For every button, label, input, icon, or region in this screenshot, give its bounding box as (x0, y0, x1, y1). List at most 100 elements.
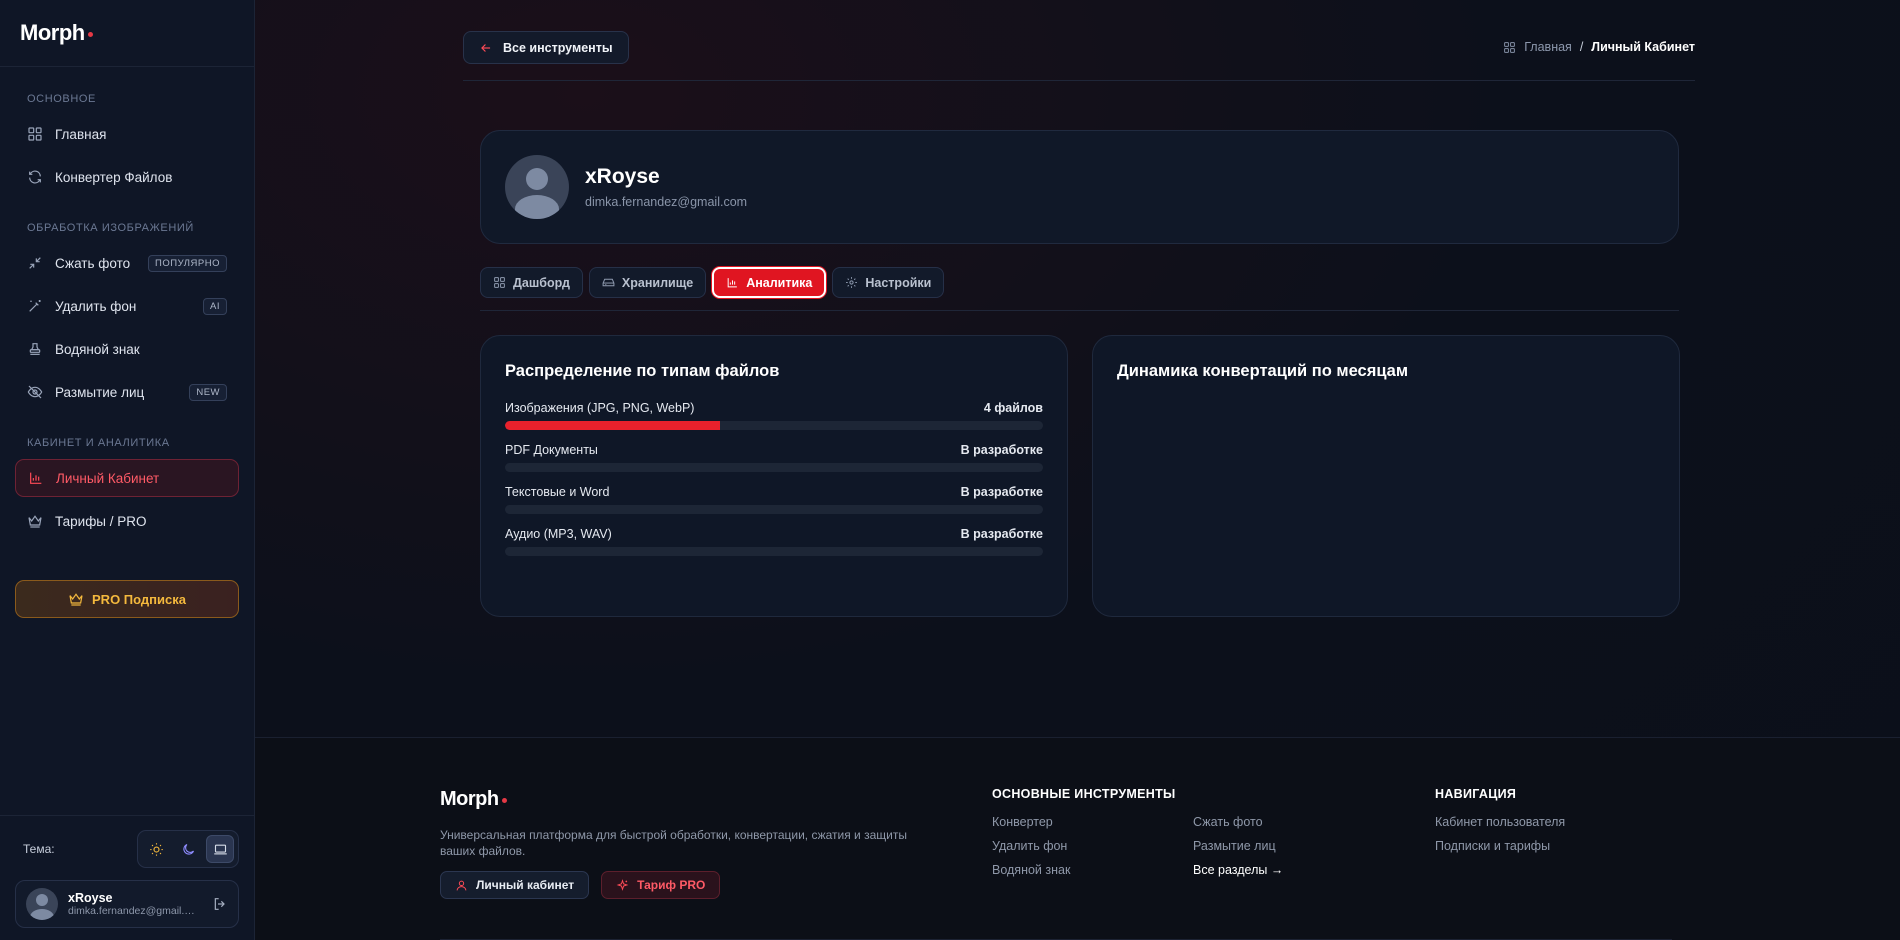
sidebar-item-remove-bg[interactable]: Удалить фон AI (15, 287, 239, 325)
drive-icon (602, 278, 615, 287)
tab-settings[interactable]: Настройки (832, 267, 945, 298)
distribution-value: В разработке (960, 485, 1043, 499)
tab-label: Дашборд (513, 275, 570, 290)
distribution-row-header: Текстовые и Word В разработке (505, 485, 1043, 499)
user-name: xRoyse (68, 891, 113, 905)
sidebar-item-label: Тарифы / PRO (55, 513, 147, 529)
logo-dot (501, 798, 507, 803)
user-info: xRoyse dimka.fernandez@gmail.com (68, 891, 202, 917)
sidebar-item-label: Сжать фото (55, 255, 131, 271)
footer-description: Универсальная платформа для быстрой обра… (440, 828, 907, 858)
distribution-value: В разработке (960, 443, 1043, 457)
theme-system-button[interactable] (206, 835, 234, 863)
distribution-row-header: Изображения (JPG, PNG, WebP) 4 файлов (505, 401, 1043, 415)
logo[interactable]: Morph (20, 20, 93, 46)
all-tools-button[interactable]: Все инструменты (463, 31, 629, 64)
footer-link-subscriptions[interactable]: Подписки и тарифы (1435, 839, 1550, 853)
crown-icon (69, 593, 83, 606)
distribution-label: PDF Документы (505, 443, 598, 457)
tab-dashboard[interactable]: Дашборд (480, 267, 583, 298)
distribution-row: Изображения (JPG, PNG, WebP) 4 файлов (505, 401, 1043, 430)
footer-pro-button[interactable]: Тариф PRO (601, 871, 721, 899)
new-badge: NEW (189, 383, 227, 401)
tab-analytics[interactable]: Аналитика (712, 267, 827, 298)
tab-storage[interactable]: Хранилище (588, 267, 707, 298)
sidebar-item-home[interactable]: Главная (15, 115, 239, 153)
grid-icon (1504, 41, 1516, 53)
sidebar-item-watermark[interactable]: Водяной знак (15, 330, 239, 368)
gear-icon (846, 277, 858, 288)
sparkle-icon (616, 878, 629, 891)
progress-fill (505, 421, 721, 430)
bar-chart-icon (727, 278, 738, 288)
profile-email: dimka.fernandez@gmail.com (585, 195, 748, 209)
theme-light-button[interactable] (142, 835, 170, 863)
breadcrumb: Главная / Личный Кабинет (1503, 40, 1695, 54)
footer-link-watermark[interactable]: Водяной знак (992, 863, 1070, 877)
sidebar-item-converter[interactable]: Конвертер Файлов (15, 158, 239, 196)
theme-dark-button[interactable] (174, 835, 202, 863)
magic-wand-icon (29, 300, 41, 312)
distribution-label: Аудио (MP3, WAV) (505, 527, 612, 541)
footer-link-face-blur[interactable]: Размытие лиц (1193, 839, 1276, 853)
footer-logo[interactable]: Morph (440, 788, 920, 811)
bar-chart-icon (30, 472, 42, 484)
footer-link-converter[interactable]: Конвертер (992, 815, 1053, 829)
footer-account-label: Личный кабинет (476, 878, 575, 892)
pro-subscription-label: PRO Подписка (92, 591, 186, 607)
breadcrumb-home-link[interactable]: Главная (1524, 40, 1572, 54)
footer: Morph Универсальная платформа для быстро… (255, 737, 1900, 940)
distribution-row: Аудио (MP3, WAV) В разработке (505, 527, 1043, 556)
monthly-title: Динамика конвертаций по месяцам (1117, 362, 1409, 380)
sidebar-item-compress[interactable]: Сжать фото ПОПУЛЯРНО (15, 244, 239, 282)
breadcrumb-current: Личный Кабинет (1591, 40, 1695, 54)
compress-icon (29, 257, 41, 269)
footer-buttons: Личный кабинет Тариф PRO (440, 871, 920, 899)
theme-row: Тема: (15, 830, 239, 868)
sidebar-item-label: Конвертер Файлов (55, 169, 173, 185)
sidebar-item-label: Водяной знак (55, 341, 140, 357)
sidebar-header: Morph (0, 0, 254, 67)
sidebar-item-label: Удалить фон (55, 298, 137, 314)
app-root: Morph Основное Главная Конвертер Файлов … (0, 0, 1900, 940)
theme-switcher (137, 830, 239, 868)
pro-subscription-button[interactable]: PRO Подписка (15, 580, 239, 618)
breadcrumb-separator: / (1579, 40, 1584, 54)
user-icon (456, 880, 467, 890)
distribution-row: PDF Документы В разработке (505, 443, 1043, 472)
sidebar: Morph Основное Главная Конвертер Файлов … (0, 0, 255, 940)
footer-account-button[interactable]: Личный кабинет (440, 871, 590, 899)
logout-icon[interactable] (212, 896, 228, 912)
main-content: Все инструменты Главная / Личный Кабинет… (255, 0, 1900, 940)
user-card[interactable]: xRoyse dimka.fernandez@gmail.com (15, 880, 239, 928)
footer-nav-title: НАВИГАЦИЯ (1435, 787, 1517, 801)
footer-link-remove-bg[interactable]: Удалить фон (992, 839, 1067, 853)
eye-off-icon (27, 385, 43, 399)
footer-link-user-cabinet[interactable]: Кабинет пользователя (1435, 815, 1565, 829)
section-title-cabinet: Кабинет и аналитика (27, 437, 170, 449)
tab-label: Хранилище (621, 275, 694, 290)
sidebar-item-face-blur[interactable]: Размытие лиц NEW (15, 373, 239, 411)
distribution-row-header: PDF Документы В разработке (505, 443, 1043, 457)
stamp-icon (29, 343, 41, 355)
sidebar-item-label: Размытие лиц (55, 384, 145, 400)
distribution-title: Распределение по типам файлов (505, 362, 780, 380)
footer-brand: Morph Универсальная платформа для быстро… (440, 788, 920, 899)
avatar (26, 888, 58, 920)
footer-link-compress[interactable]: Сжать фото (1193, 815, 1263, 829)
grid-icon (28, 127, 42, 141)
topbar: Все инструменты Главная / Личный Кабинет (463, 31, 1695, 81)
sidebar-item-cabinet[interactable]: Личный Кабинет (15, 459, 239, 497)
sidebar-item-label: Главная (55, 126, 107, 142)
profile-avatar (505, 155, 569, 219)
footer-link-all-sections[interactable]: Все разделы → (1193, 863, 1283, 877)
section-title-main: Основное (27, 93, 96, 105)
profile-card: xRoyse dimka.fernandez@gmail.com (480, 130, 1679, 244)
profile-name: xRoyse (585, 165, 660, 188)
sidebar-item-pricing[interactable]: Тарифы / PRO (15, 502, 239, 540)
laptop-icon (213, 844, 227, 854)
logo-dot (87, 31, 93, 37)
progress-track (505, 547, 1043, 556)
tab-label: Настройки (865, 275, 932, 290)
ai-badge: AI (203, 297, 227, 315)
